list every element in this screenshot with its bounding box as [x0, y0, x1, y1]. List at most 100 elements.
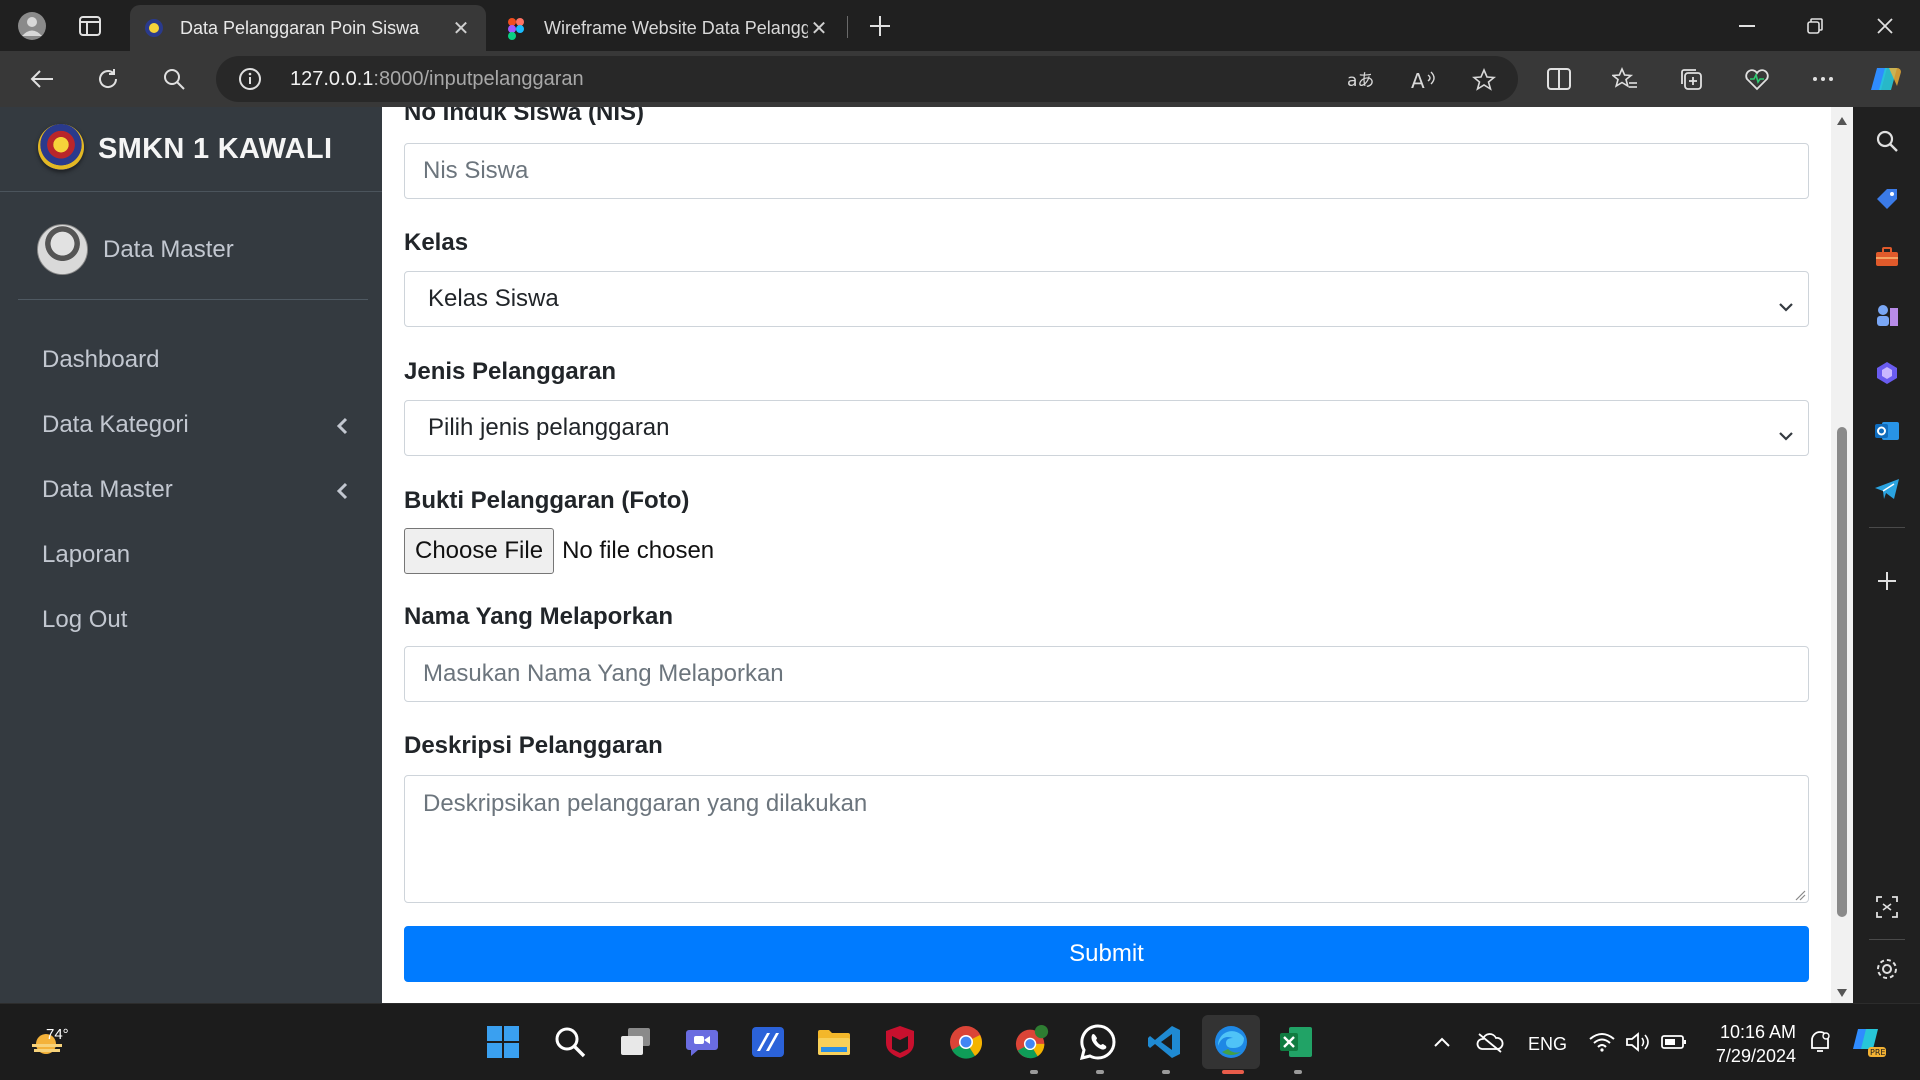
scrollbar-thumb[interactable] [1837, 427, 1847, 917]
battery-icon[interactable] [1656, 1024, 1692, 1060]
edge-icon[interactable] [1202, 1015, 1260, 1069]
url-host: 127.0.0.1 [290, 68, 374, 90]
sidebar-item-laporan[interactable]: Laporan [0, 522, 382, 587]
file-explorer-icon[interactable] [816, 1024, 852, 1060]
tools-icon[interactable] [1873, 243, 1901, 271]
chrome-icon[interactable] [948, 1024, 984, 1060]
kelas-select[interactable]: Kelas Siswa [404, 271, 1809, 327]
avatar [37, 224, 88, 275]
search-icon[interactable] [1873, 127, 1901, 155]
clock[interactable]: 10:16 AM 7/29/2024 [1696, 1020, 1796, 1068]
meet-chat-icon[interactable] [684, 1024, 720, 1060]
nis-input[interactable] [404, 143, 1809, 199]
wifi-icon[interactable] [1584, 1024, 1620, 1060]
shopping-tag-icon[interactable] [1873, 185, 1901, 213]
sidebar-item-data-kategori[interactable]: Data Kategori [0, 392, 382, 457]
pelapor-input[interactable] [404, 646, 1809, 702]
minimize-icon[interactable] [1714, 6, 1780, 46]
deskripsi-textarea[interactable] [404, 775, 1809, 903]
sidebar-item-dashboard[interactable]: Dashboard [0, 327, 382, 392]
brand-link[interactable]: SMKN 1 KAWALI [0, 107, 382, 192]
read-aloud-icon[interactable]: A [1410, 66, 1438, 94]
user-panel[interactable]: Data Master [18, 192, 368, 300]
jenis-pelanggaran-select[interactable]: Pilih jenis pelanggaran [404, 400, 1809, 456]
settings-gear-icon[interactable] [1873, 955, 1901, 983]
clock-date: 7/29/2024 [1715, 1046, 1796, 1066]
copilot-app-icon[interactable] [1873, 359, 1901, 387]
favorite-star-icon[interactable] [1470, 66, 1498, 94]
file-status: No file chosen [562, 537, 715, 564]
browser-essentials-icon[interactable] [1739, 61, 1775, 97]
tab-data-pelanggaran[interactable]: Data Pelanggaran Poin Siswa ✕ [130, 5, 486, 51]
volume-icon[interactable] [1620, 1024, 1656, 1060]
telegram-icon[interactable] [1873, 475, 1901, 503]
split-screen-icon[interactable] [1541, 61, 1577, 97]
svg-text:PRE: PRE [1870, 1048, 1885, 1057]
chevron-up-icon[interactable] [1424, 1024, 1460, 1060]
chrome-profile-icon[interactable] [1014, 1024, 1050, 1060]
close-tab-icon[interactable]: ✕ [808, 16, 830, 41]
submit-button[interactable]: Submit [404, 926, 1809, 982]
figma-icon [508, 18, 528, 40]
browser-tab-bar: Data Pelanggaran Poin Siswa ✕ Wireframe … [0, 0, 1920, 51]
tab-wireframe[interactable]: Wireframe Website Data Pelanggaran ✕ [494, 5, 844, 51]
side-separator [1869, 527, 1905, 528]
screenshot-icon[interactable] [1873, 893, 1901, 921]
onedrive-icon[interactable] [1472, 1024, 1508, 1060]
sidebar-item-log-out[interactable]: Log Out [0, 587, 382, 652]
school-logo-icon [144, 18, 164, 38]
scroll-down-icon[interactable] [1836, 985, 1848, 1003]
running-indicator [1096, 1070, 1104, 1074]
scroll-up-icon[interactable] [1836, 113, 1848, 131]
copilot-icon[interactable] [1868, 61, 1904, 97]
search-icon[interactable] [156, 61, 192, 97]
translate-icon[interactable]: aあ [1346, 66, 1374, 94]
weather-widget[interactable]: 74° [28, 1018, 69, 1063]
add-icon[interactable] [1873, 567, 1901, 595]
workspaces-icon[interactable] [74, 10, 106, 42]
back-icon[interactable] [24, 61, 60, 97]
jenis-label: Jenis Pelanggaran [404, 358, 617, 385]
jenis-selected-value: Pilih jenis pelanggaran [428, 414, 670, 441]
new-tab-icon[interactable] [864, 10, 896, 42]
excel-icon[interactable] [1278, 1024, 1314, 1060]
copilot-pre-icon[interactable]: PRE [1852, 1024, 1888, 1060]
vscode-icon[interactable] [1146, 1024, 1182, 1060]
task-view-icon[interactable] [618, 1024, 654, 1060]
site-info-icon[interactable] [238, 67, 262, 96]
outlook-icon[interactable] [1873, 417, 1901, 445]
file-input: Choose File No file chosen [404, 528, 714, 574]
collections-icon[interactable] [1673, 61, 1709, 97]
windows-taskbar: 74° ENG 10:16 AM 7/29/2024 PRE [0, 1003, 1920, 1080]
chevron-down-icon [1778, 292, 1794, 320]
user-name: Data Master [103, 236, 234, 263]
games-icon[interactable] [1873, 301, 1901, 329]
address-bar[interactable]: 127.0.0.1:8000/inputpelanggaran aあ A [216, 56, 1518, 102]
svg-text:A: A [1411, 69, 1425, 91]
refresh-icon[interactable] [90, 61, 126, 97]
app-icon[interactable] [750, 1024, 786, 1060]
whatsapp-icon[interactable] [1080, 1024, 1116, 1060]
weather-temp: 74° [46, 1026, 69, 1043]
school-logo-icon [38, 124, 84, 170]
more-options-icon[interactable] [1805, 61, 1841, 97]
sidebar-item-label: Laporan [42, 540, 131, 568]
page-scrollbar[interactable] [1831, 107, 1853, 1003]
favorites-icon[interactable] [1607, 61, 1643, 97]
mcafee-icon[interactable] [882, 1024, 918, 1060]
resize-grip-icon[interactable] [1794, 888, 1806, 906]
notifications-icon[interactable] [1802, 1024, 1838, 1060]
close-tab-icon[interactable]: ✕ [450, 16, 472, 41]
language-indicator[interactable]: ENG [1528, 1034, 1567, 1055]
close-window-icon[interactable] [1852, 6, 1918, 46]
chevron-left-icon [336, 414, 348, 442]
chevron-down-icon [1778, 421, 1794, 449]
tab-title: Data Pelanggaran Poin Siswa [180, 17, 420, 38]
sidebar-item-data-master[interactable]: Data Master [0, 457, 382, 522]
profile-icon[interactable] [16, 10, 48, 42]
choose-file-button[interactable]: Choose File [404, 528, 555, 574]
taskbar-search-icon[interactable] [552, 1024, 588, 1060]
start-windows-icon[interactable] [485, 1024, 521, 1060]
restore-icon[interactable] [1782, 6, 1848, 46]
sidebar-item-label: Log Out [42, 605, 128, 633]
